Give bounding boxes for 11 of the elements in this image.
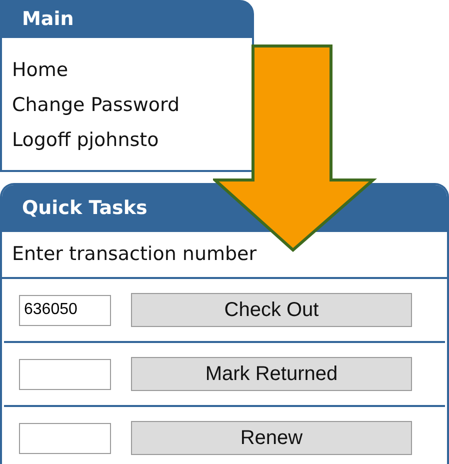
nav-link[interactable]: Change Password — [12, 92, 242, 118]
task-button[interactable]: Check Out — [131, 293, 412, 327]
transaction-field[interactable]: 636050 — [19, 294, 111, 326]
panel-title: Quick Tasks — [22, 197, 148, 219]
task-button[interactable]: Mark Returned — [131, 357, 412, 391]
nav-link[interactable]: Logoff pjohnsto — [12, 127, 242, 153]
panel-title: Main — [22, 8, 74, 30]
task-button[interactable]: Renew — [131, 421, 412, 455]
transaction-field[interactable] — [19, 358, 111, 390]
nav-link[interactable]: Home — [12, 57, 242, 83]
transaction-field[interactable] — [19, 422, 111, 454]
